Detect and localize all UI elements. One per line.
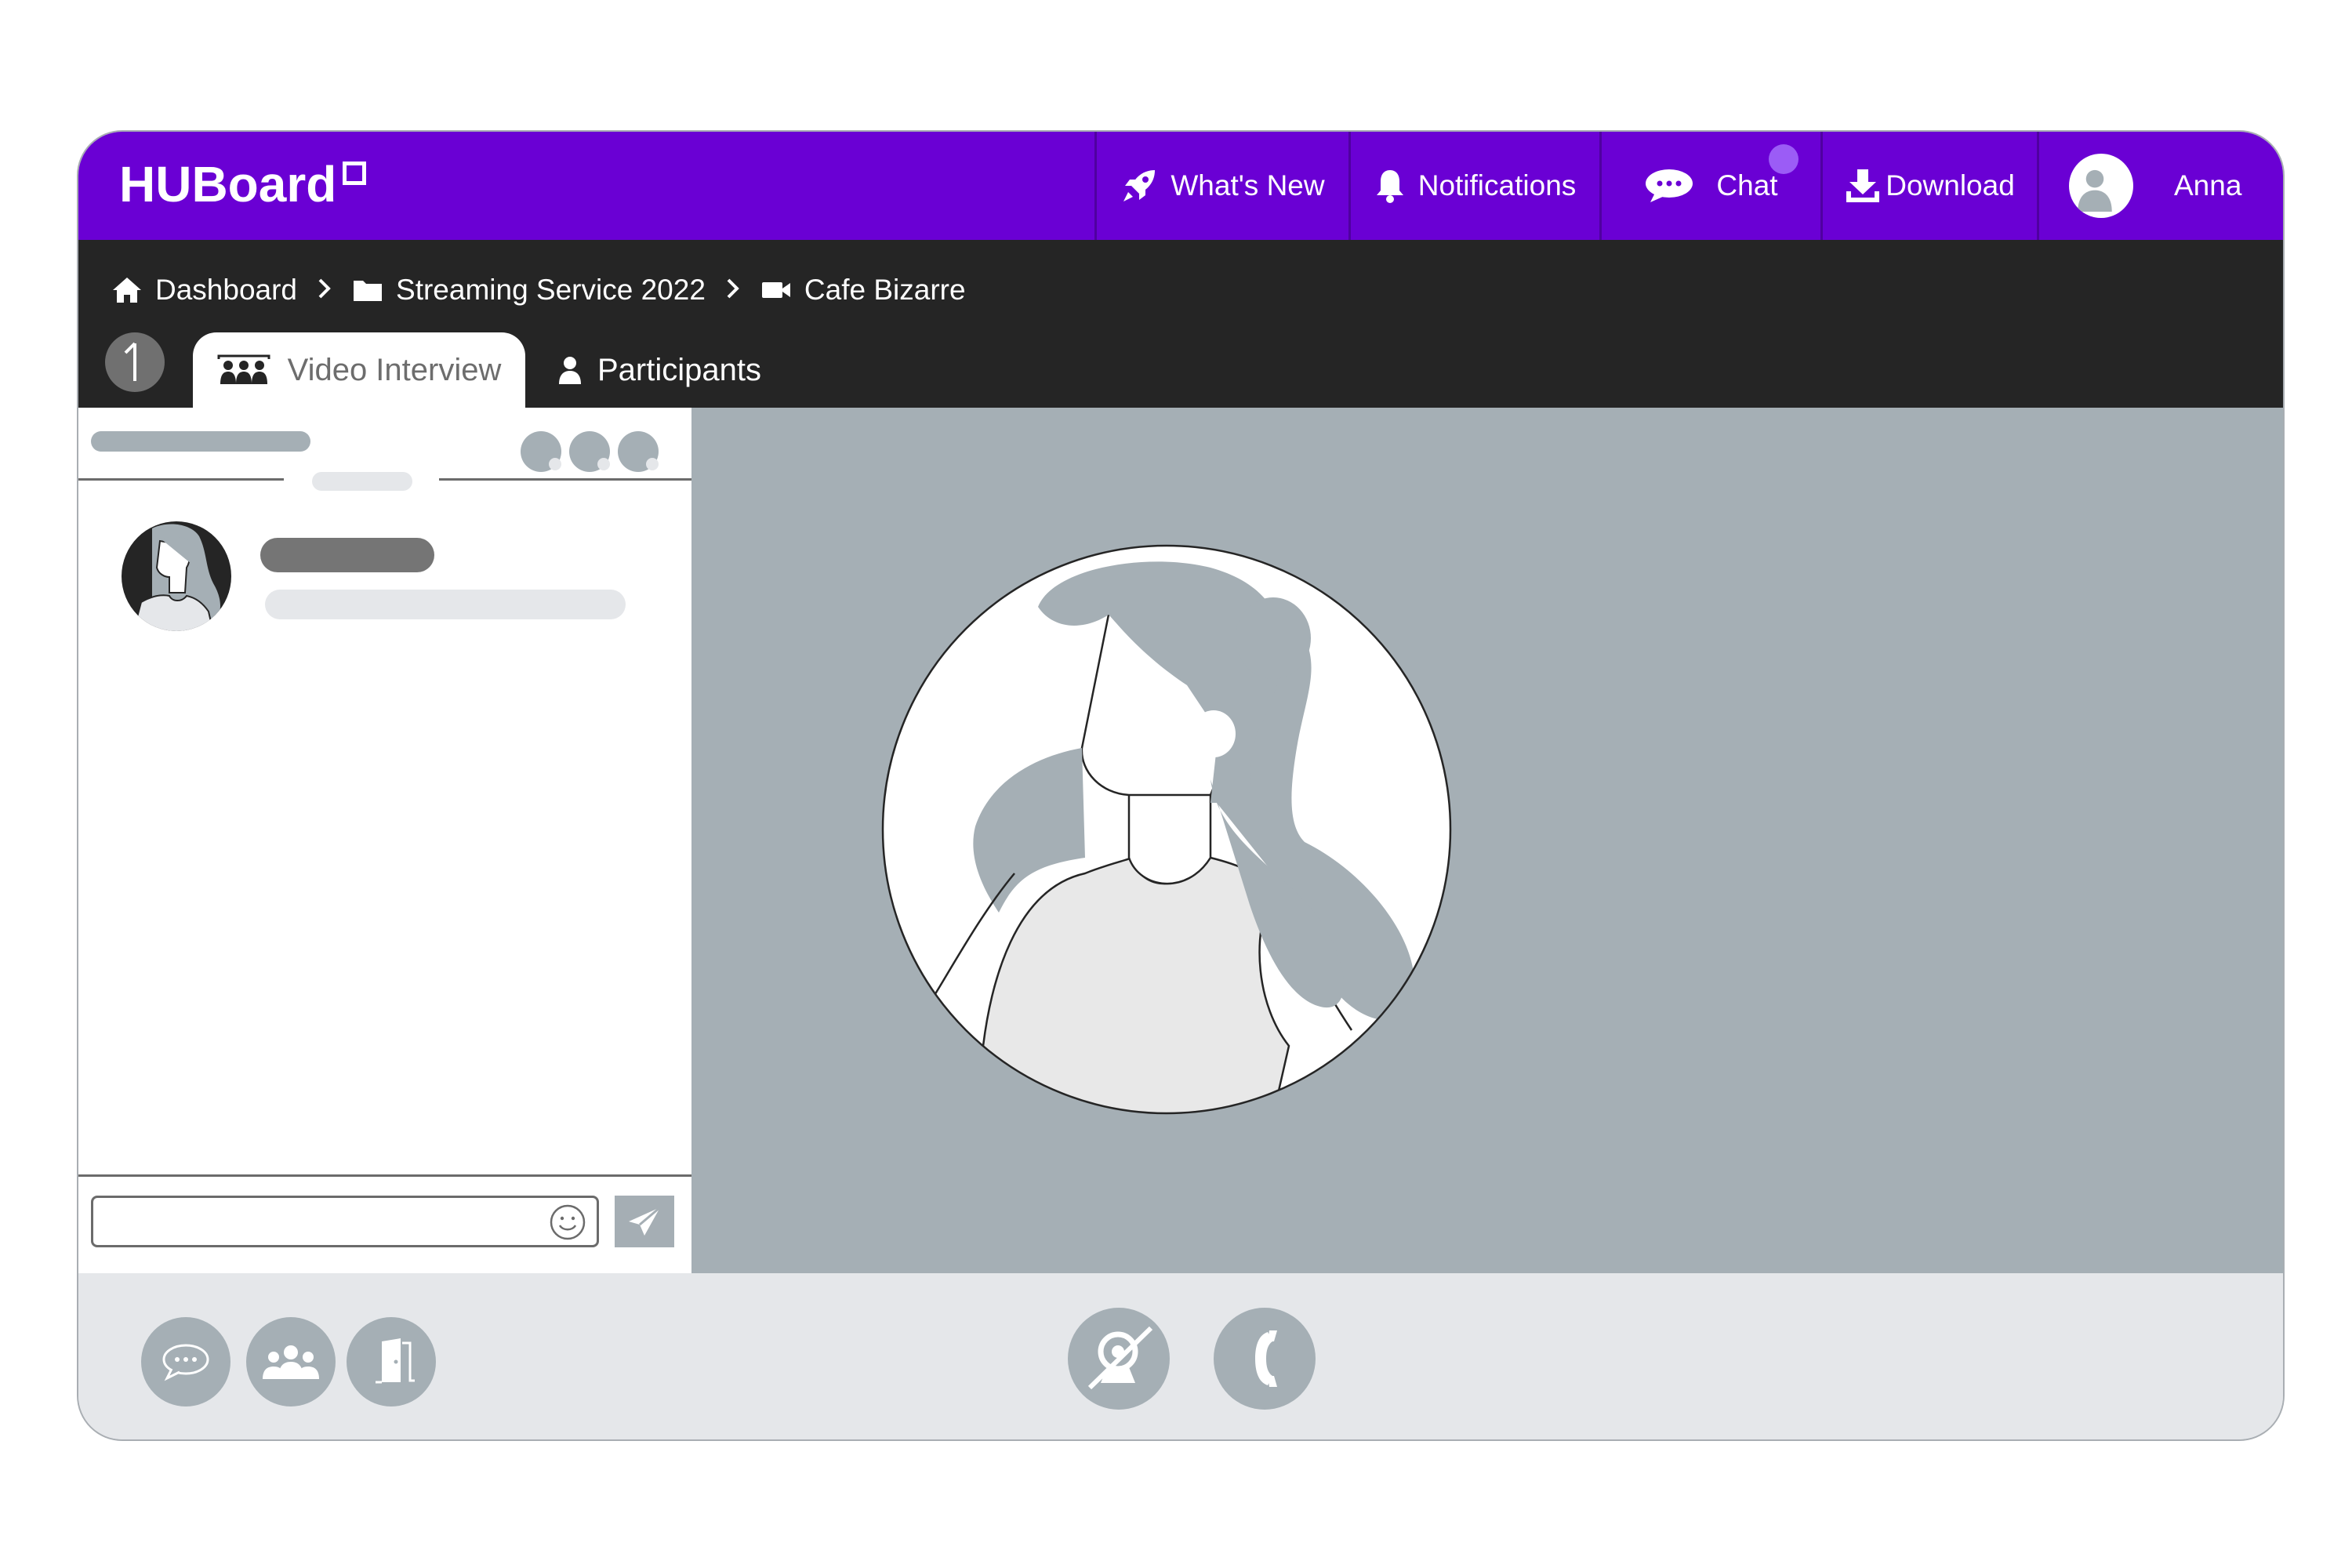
date-separator-placeholder: [312, 472, 412, 491]
nav-notifications-label: Notifications: [1417, 169, 1577, 201]
tab-participants-label: Participants: [597, 352, 761, 387]
chat-bubble-icon: [1646, 169, 1693, 202]
participants-button[interactable]: [246, 1317, 336, 1406]
sender-name-placeholder: [260, 538, 434, 572]
video-stage: [691, 408, 2283, 1273]
breadcrumb-streaming-service-label: Streaming Service 2022: [396, 274, 706, 306]
breadcrumb-cafe-bizarre[interactable]: Cafe Bizarre: [760, 274, 966, 307]
video-camera-icon: [761, 282, 790, 298]
folder-icon: [354, 281, 383, 301]
breadcrumb-streaming-service[interactable]: Streaming Service 2022: [352, 274, 706, 307]
chevron-right-icon: [318, 274, 332, 307]
chat-avatars-group: [521, 431, 659, 472]
logo-square-icon: [343, 162, 367, 185]
nav-notifications[interactable]: Notifications: [1348, 132, 1599, 240]
upload-button[interactable]: [105, 332, 165, 392]
chat-notification-dot: [1769, 144, 1798, 174]
leave-room-button[interactable]: [347, 1317, 436, 1406]
nav-chat[interactable]: Chat: [1599, 132, 1820, 240]
breadcrumb: Dashboard Streaming Service 2022 Cafe Bi…: [111, 240, 966, 340]
logo-text: HUBoard: [119, 156, 337, 212]
nav-whats-new-label: What's New: [1171, 169, 1325, 201]
nav-whats-new[interactable]: What's New: [1094, 132, 1348, 240]
tab-video-interview[interactable]: Video Interview: [193, 332, 525, 408]
participants-icon: [263, 1345, 319, 1379]
chat-toggle-button[interactable]: [141, 1317, 230, 1406]
arrow-up-icon: [124, 342, 136, 381]
send-icon: [629, 1206, 661, 1236]
user-icon: [2078, 169, 2112, 212]
user-avatar: [2069, 154, 2133, 218]
breadcrumb-dashboard[interactable]: Dashboard: [111, 274, 297, 307]
participant-video-avatar: [881, 544, 1452, 1115]
chat-panel: [78, 408, 691, 1273]
top-bar: HUBoard What's New Notifications Chat Do…: [78, 132, 2283, 240]
participants-icon: [217, 354, 270, 384]
download-icon: [1846, 169, 1880, 202]
divider: [78, 478, 284, 481]
nav-download[interactable]: Download: [1820, 132, 2037, 240]
app-window: HUBoard What's New Notifications Chat Do…: [78, 132, 2283, 1439]
chat-header-placeholder: [91, 431, 310, 452]
nav-user-menu[interactable]: Anna: [2037, 132, 2283, 240]
chat-composer: [78, 1174, 691, 1273]
tab-video-interview-label: Video Interview: [287, 352, 502, 387]
breadcrumb-cafe-bizarre-label: Cafe Bizarre: [804, 274, 966, 306]
user-name: Anna: [2174, 169, 2242, 201]
top-nav: What's New Notifications Chat Download A…: [1094, 132, 2283, 240]
rocket-icon: [1123, 170, 1156, 201]
participant-avatar: [122, 521, 231, 631]
send-button[interactable]: [615, 1196, 674, 1247]
breadcrumb-dashboard-label: Dashboard: [155, 274, 298, 306]
chat-message-input[interactable]: [91, 1196, 599, 1247]
person-icon: [559, 357, 581, 384]
tab-participants[interactable]: Participants: [558, 332, 761, 408]
divider: [439, 478, 691, 481]
camera-toggle-button[interactable]: [1068, 1308, 1170, 1410]
chevron-right-icon: [726, 274, 740, 307]
emoji-icon[interactable]: [549, 1203, 586, 1241]
message-text-placeholder: [265, 590, 626, 619]
home-icon: [113, 278, 141, 303]
exit-door-icon: [376, 1338, 415, 1384]
bell-icon: [1376, 170, 1403, 203]
call-controls: [78, 1273, 2283, 1439]
camera-off-icon: [1087, 1326, 1153, 1390]
nav-chat-label: Chat: [1716, 169, 1778, 201]
nav-download-label: Download: [1886, 169, 2015, 201]
phone-icon: [1255, 1330, 1277, 1387]
call-button[interactable]: [1214, 1308, 1316, 1410]
logo: HUBoard: [119, 155, 367, 213]
chat-bubble-icon: [162, 1344, 209, 1381]
